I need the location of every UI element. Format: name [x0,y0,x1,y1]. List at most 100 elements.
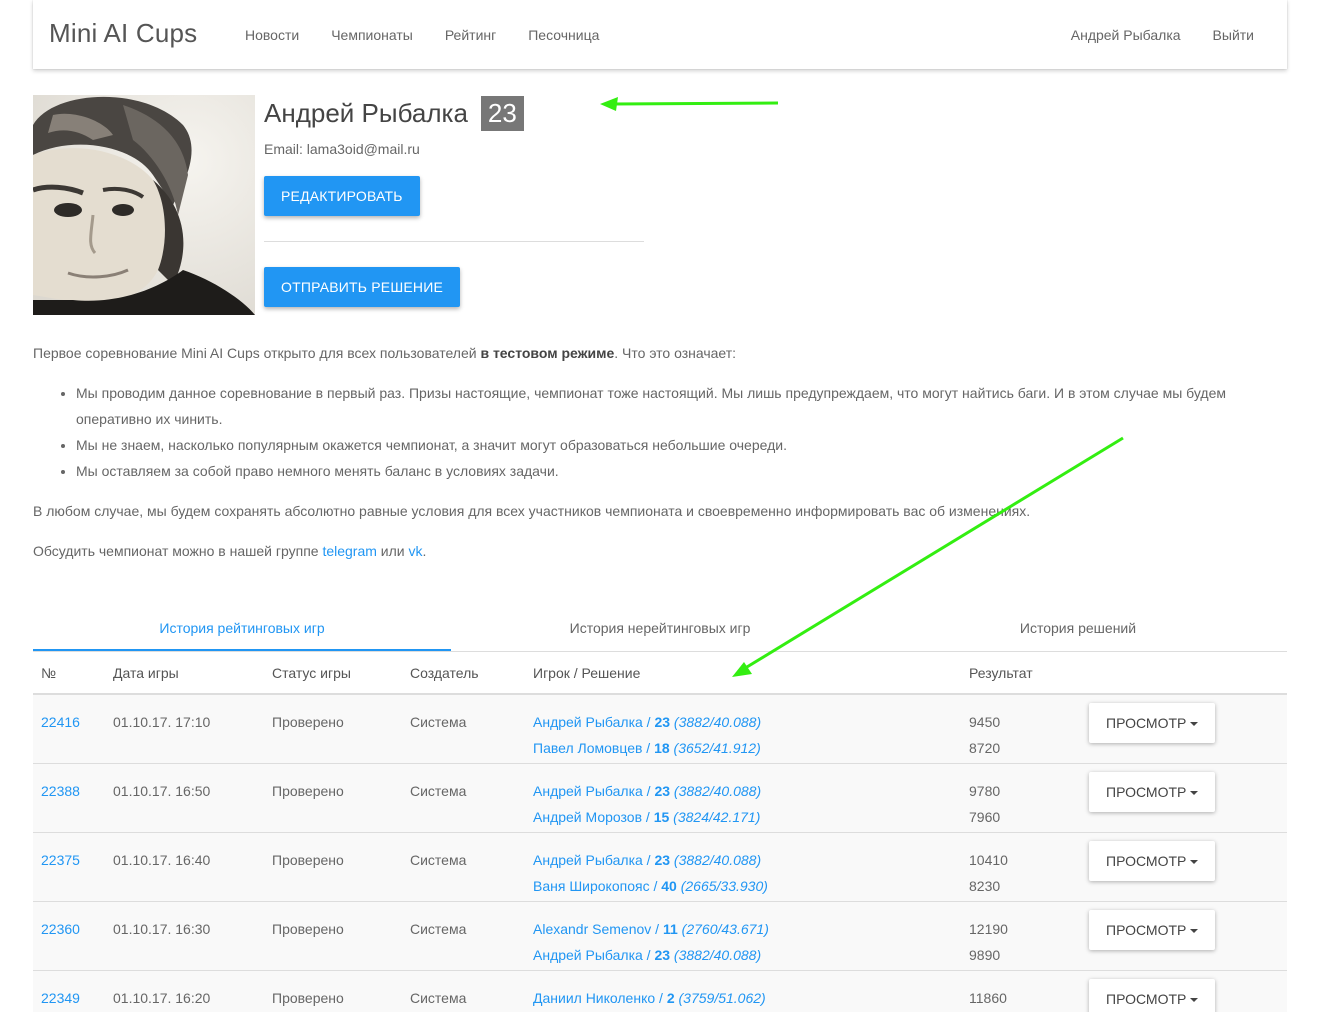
game-status: Проверено [272,714,344,730]
solution-info-link[interactable]: (3882/40.088) [670,714,761,730]
player-rank-link[interactable]: 18 [654,740,670,756]
nav-championships[interactable]: Чемпионаты [315,27,429,43]
tab-unrated-games[interactable]: История нерейтинговых игр [451,607,869,651]
col-creator-header: Создатель [410,664,479,681]
solution-info-link[interactable]: (3882/40.088) [670,783,761,799]
player-name-link[interactable]: Alexandr Semenov [533,921,651,937]
player-name-link[interactable]: Андрей Рыбалка [533,783,643,799]
solution-info-link[interactable]: (3759/51.062) [675,990,766,1006]
edit-profile-button[interactable]: Редактировать [264,176,420,216]
top-navbar: Mini AI Cups Новости Чемпионаты Рейтинг … [33,0,1287,69]
player-rank-link[interactable]: 40 [661,878,677,894]
user-nav: Андрей Рыбалка Выйти [1055,0,1270,69]
view-dropdown-button[interactable]: Просмотр [1089,841,1216,881]
table-row: 22349 01.10.17. 16:20 Проверено Система Дани… [33,971,1287,1012]
game-date: 01.10.17. 16:20 [113,990,211,1006]
solution-info-link[interactable]: (2665/33.930) [677,878,768,894]
game-creator: Система [410,783,467,799]
solution-info-link[interactable]: (3882/40.088) [670,852,761,868]
view-label: Просмотр [1106,784,1187,800]
players-cell: Андрей Рыбалка / 23 (3882/40.088) Ваня Ши… [533,833,969,901]
player-separator: / [642,809,654,825]
profile-info: Андрей Рыбалка 23 Email: lama3oid@mail.r… [264,95,644,307]
player-separator: / [651,921,663,937]
solution-info-link[interactable]: (3652/41.912) [670,740,761,756]
tab-rated-games[interactable]: История рейтинговых игр [33,607,451,651]
brand-logo[interactable]: Mini AI Cups [49,18,197,49]
player-line: Андрей Рыбалка / 23 (3882/40.088) [533,847,969,873]
player-rank-link[interactable]: 2 [667,990,675,1006]
view-label: Просмотр [1106,715,1187,731]
player-name-link[interactable]: Павел Ломовцев [533,740,642,756]
view-dropdown-button[interactable]: Просмотр [1089,772,1216,812]
player-name-link[interactable]: Андрей Морозов [533,809,642,825]
vk-link[interactable]: vk [409,543,423,559]
nav-sandbox[interactable]: Песочница [512,27,615,43]
player-line: Андрей Морозов / 15 (3824/42.171) [533,804,969,830]
table-row: 22375 01.10.17. 16:40 Проверено Система Андр… [33,833,1287,902]
game-number-link[interactable]: 22349 [41,990,80,1006]
avatar [33,95,255,315]
result-value: 12190 [969,921,1008,937]
submit-solution-button[interactable]: Отправить решение [264,267,461,307]
player-name-link[interactable]: Андрей Рыбалка [533,852,643,868]
tab-solutions[interactable]: История решений [869,607,1287,651]
view-dropdown-button[interactable]: Просмотр [1089,703,1216,743]
announcement-text: Первое соревнование Mini AI Cups открыто… [33,340,1287,578]
results-cell: 12190 9890 [969,902,1089,970]
solution-info-link[interactable]: (3824/42.171) [669,809,760,825]
view-dropdown-button[interactable]: Просмотр [1089,979,1216,1012]
nav-user-profile[interactable]: Андрей Рыбалка [1055,27,1197,43]
profile-email: Email: lama3oid@mail.ru [264,141,420,157]
discuss-paragraph: Обсудить чемпионат можно в нашей группе … [33,543,427,559]
player-rank-link[interactable]: 23 [654,852,670,868]
table-row: 22388 01.10.17. 16:50 Проверено Система Андр… [33,764,1287,833]
player-rank-link[interactable]: 15 [654,809,670,825]
player-name-link[interactable]: Ваня Широкопояс [533,878,650,894]
nav-rating[interactable]: Рейтинг [429,27,512,43]
game-date: 01.10.17. 17:10 [113,714,211,730]
player-name-link[interactable]: Андрей Рыбалка [533,714,643,730]
game-date: 01.10.17. 16:50 [113,783,211,799]
game-number-link[interactable]: 22388 [41,783,80,799]
player-separator: / [642,852,655,868]
player-name-link[interactable]: Даниил Николенко [533,990,655,1006]
action-cell: Просмотр [1089,764,1287,832]
nav-news[interactable]: Новости [229,27,315,43]
player-rank-link[interactable]: 11 [663,921,678,937]
solution-info-link[interactable]: (2760/43.671) [678,921,769,937]
results-cell: 9450 8720 [969,695,1089,763]
telegram-link[interactable]: telegram [322,543,376,559]
list-item: Мы не знаем, насколько популярным окажет… [76,432,1287,458]
col-result-header: Результат [969,664,1033,681]
game-creator: Система [410,990,467,1006]
player-name-link[interactable]: Андрей Рыбалка [533,947,643,963]
results-cell: 11860 [969,971,1089,1012]
player-rank-link[interactable]: 23 [654,947,670,963]
game-number-link[interactable]: 22416 [41,714,80,730]
player-line: Alexandr Semenov / 11 (2760/43.671) [533,916,969,942]
game-creator: Система [410,852,467,868]
caret-down-icon [1190,929,1199,934]
player-separator: / [642,714,655,730]
nav-logout[interactable]: Выйти [1197,27,1270,43]
game-number-link[interactable]: 22375 [41,852,80,868]
player-line: Ваня Широкопояс / 40 (2665/33.930) [533,873,969,899]
game-status: Проверено [272,852,344,868]
view-dropdown-button[interactable]: Просмотр [1089,910,1216,950]
view-label: Просмотр [1106,991,1187,1007]
col-status-header: Статус игры [272,664,351,681]
games-table: № Дата игры Статус игры Создатель Игрок … [33,652,1287,1012]
solution-info-link[interactable]: (3882/40.088) [670,947,761,963]
action-cell: Просмотр [1089,833,1287,901]
player-separator: / [649,878,662,894]
game-date: 01.10.17. 16:30 [113,921,211,937]
players-cell: Даниил Николенко / 2 (3759/51.062) [533,971,969,1012]
profile-name: Андрей Рыбалка [264,97,468,128]
caret-down-icon [1190,998,1199,1003]
game-creator: Система [410,714,467,730]
main-nav: Новости Чемпионаты Рейтинг Песочница [229,0,615,69]
player-rank-link[interactable]: 23 [654,783,670,799]
game-number-link[interactable]: 22360 [41,921,80,937]
player-rank-link[interactable]: 23 [654,714,670,730]
